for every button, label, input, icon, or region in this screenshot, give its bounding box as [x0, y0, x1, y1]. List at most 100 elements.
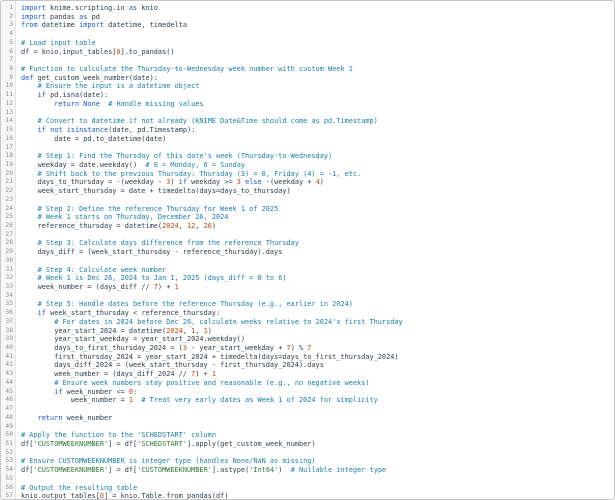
code-line[interactable]: 49: [1, 423, 614, 432]
code-line[interactable]: 6 df = knio.input_tables[0].to_pandas(): [1, 48, 614, 57]
code-line[interactable]: 23: [1, 196, 614, 205]
code-line[interactable]: 39 year_start_weekday = year_start_2024.…: [1, 335, 614, 344]
code-line[interactable]: 33 week_number = (days_diff // 7) + 1: [1, 283, 614, 292]
code-line[interactable]: 42 days_diff_2024 = (week_start_thursday…: [1, 361, 614, 370]
code-line[interactable]: 54 df['CUSTOMWEEKNUMBER'] = df['CUSTOMWEE…: [1, 466, 614, 475]
number-token: 1: [211, 370, 217, 379]
line-number: 13: [5, 108, 13, 116]
comment-token: # Function to calculate the Thursday-to-…: [21, 65, 353, 74]
code-lines[interactable]: 1 import knime.scripting.io as knio 2 impor…: [1, 4, 614, 500]
code-text: def get_custom_week_number(date):: [21, 74, 158, 83]
line-number: 43: [5, 370, 13, 378]
keyword-token: if: [37, 91, 46, 100]
code-line[interactable]: 10 # Ensure the input is a datetime obje…: [1, 82, 614, 91]
code-line[interactable]: 34: [1, 292, 614, 301]
code-line[interactable]: 4: [1, 30, 614, 39]
code-line[interactable]: 27: [1, 231, 614, 240]
code-line[interactable]: 45 if week_number <= 0:: [1, 388, 614, 397]
code-line[interactable]: 31 # Step 4: Calculate week number: [1, 266, 614, 275]
line-number: 38: [5, 326, 13, 334]
line-number: 23: [5, 195, 13, 203]
code-token: year_start_2024 = datetime(: [21, 326, 167, 335]
line-number: 9: [9, 73, 13, 81]
line-number: 19: [5, 160, 13, 168]
code-token: knio: [137, 4, 158, 12]
code-line[interactable]: 3 from datetime import datetime, timedelt…: [1, 21, 614, 30]
code-line[interactable]: 20 # Shift back to the previous Thursday…: [1, 170, 614, 179]
code-line[interactable]: 2 import pandas as pd: [1, 13, 614, 22]
code-line[interactable]: 35 # Step 5: Handle dates before the ref…: [1, 300, 614, 309]
code-text: df['CUSTOMWEEKNUMBER'] = df['SCHEDSTART'…: [21, 440, 316, 449]
comment-token: # Shift back to the previous Thursday: T…: [37, 169, 362, 178]
comment-token: # Apply the function to the 'SCHEDSTART'…: [21, 431, 216, 440]
code-line[interactable]: 9 def get_custom_week_number(date):: [1, 74, 614, 83]
code-line[interactable]: 30: [1, 257, 614, 266]
code-line[interactable]: 36 if week_start_thursday < reference_th…: [1, 309, 614, 318]
code-line[interactable]: 38 year_start_2024 = datetime(2024, 1, 1…: [1, 327, 614, 336]
code-line[interactable]: 44 # Ensure week numbers stay positive a…: [1, 379, 614, 388]
code-line[interactable]: 40 days_to_first_thursday_2024 = (3 - ye…: [1, 344, 614, 353]
line-number: 25: [5, 213, 13, 221]
code-line[interactable]: 18 # Step 1: Find the Thursday of this d…: [1, 152, 614, 161]
code-text: df['CUSTOMWEEKNUMBER'] = df['CUSTOMWEEKN…: [21, 466, 386, 475]
code-token: days_to_thursday = -(weekday -: [21, 178, 167, 187]
comment-token: # Ensure the input is a datetime object: [37, 82, 200, 91]
code-line[interactable]: 15 if not isinstance(date, pd.Timestamp)…: [1, 126, 614, 135]
code-line[interactable]: 24 # Step 2: Define the reference Thursd…: [1, 205, 614, 214]
code-line[interactable]: 48 return week_number: [1, 414, 614, 423]
code-text: # Convert to datetime if not already (KN…: [21, 117, 378, 126]
keyword-token: from: [21, 21, 38, 30]
code-line[interactable]: 12 return None # Handle missing values: [1, 100, 614, 109]
keyword-token: return: [37, 413, 63, 422]
line-number: 11: [5, 91, 13, 99]
code-line[interactable]: 56 # Output the resulting table: [1, 484, 614, 493]
code-line[interactable]: 22 week_start_thursday = date + timedelt…: [1, 187, 614, 196]
code-line[interactable]: 46 week_number = 1 # Treat very early da…: [1, 396, 614, 405]
code-line[interactable]: 16 date = pd.to_datetime(date): [1, 135, 614, 144]
comment-token: # Load input table: [21, 38, 96, 47]
code-line[interactable]: 11 if pd.isna(date):: [1, 91, 614, 100]
code-line[interactable]: 28 # Step 3: Calculate days difference f…: [1, 239, 614, 248]
keyword-token: import: [79, 21, 105, 30]
code-line[interactable]: 41 first_thursday_2024 = year_start_2024…: [1, 353, 614, 362]
line-number: 12: [5, 99, 13, 107]
line-number: 1: [9, 4, 13, 11]
line-number: 57: [5, 492, 13, 500]
line-number: 50: [5, 431, 13, 439]
code-line[interactable]: 32 # Week 1 is Dec 26, 2024 to Jan 1, 20…: [1, 274, 614, 283]
code-line[interactable]: 17: [1, 144, 614, 153]
code-line[interactable]: 13: [1, 109, 614, 118]
line-number: 14: [5, 117, 13, 125]
code-line[interactable]: 25 # Week 1 starts on Thursday, December…: [1, 213, 614, 222]
code-line[interactable]: 8 # Function to calculate the Thursday-to…: [1, 65, 614, 74]
line-number: 28: [5, 239, 13, 247]
code-line[interactable]: 21 days_to_thursday = -(weekday - 3) if …: [1, 178, 614, 187]
code-line[interactable]: 14 # Convert to datetime if not already …: [1, 117, 614, 126]
code-line[interactable]: 47: [1, 405, 614, 414]
code-line[interactable]: 5 # Load input table: [1, 39, 614, 48]
code-line[interactable]: 57 knio.output_tables[0] = knio.Table.fro…: [1, 492, 614, 500]
code-text: days_to_thursday = -(weekday - 3) if wee…: [21, 178, 324, 187]
code-line[interactable]: 37 # For dates in 2024 before Dec 26, ca…: [1, 318, 614, 327]
line-number: 44: [5, 378, 13, 386]
code-line[interactable]: 19 weekday = date.weekday() # 0 = Monday…: [1, 161, 614, 170]
code-text: knio.output_tables[0] = knio.Table.from_…: [21, 492, 228, 499]
code-line[interactable]: 53 # Ensure CUSTOMWEEKNUMBER is integer t…: [1, 457, 614, 466]
code-line[interactable]: 29 days_diff = (week_start_thursday - re…: [1, 248, 614, 257]
code-line[interactable]: 26 reference_thursday = datetime(2024, 1…: [1, 222, 614, 231]
code-editor[interactable]: 1 import knime.scripting.io as knio 2 impor…: [0, 0, 615, 500]
code-line[interactable]: 43 week_number = (days_diff_2024 // 7) +…: [1, 370, 614, 379]
code-line[interactable]: 50 # Apply the function to the 'SCHEDSTAR…: [1, 431, 614, 440]
code-line[interactable]: 52: [1, 449, 614, 458]
code-line[interactable]: 51 df['CUSTOMWEEKNUMBER'] = df['SCHEDSTAR…: [1, 440, 614, 449]
code-line[interactable]: 7: [1, 56, 614, 65]
line-number: 7: [9, 56, 13, 64]
code-token: knime.scripting.io: [45, 4, 129, 12]
code-line[interactable]: 55: [1, 475, 614, 484]
code-line[interactable]: 1 import knime.scripting.io as knio: [1, 4, 614, 13]
